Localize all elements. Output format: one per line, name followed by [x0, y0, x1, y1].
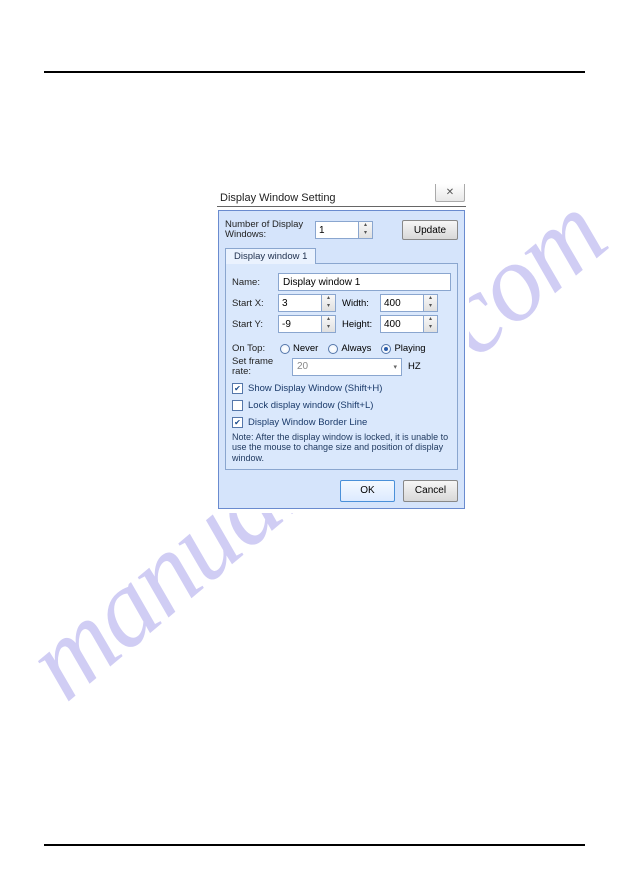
cancel-button[interactable]: Cancel	[403, 480, 458, 502]
framerate-label: Set frame rate:	[232, 357, 292, 377]
chevron-down-icon: ▾	[322, 303, 335, 311]
radio-always[interactable]: Always	[328, 343, 371, 354]
startx-input[interactable]	[278, 294, 322, 312]
framerate-value: 20	[297, 361, 308, 372]
startx-label: Start X:	[232, 298, 278, 309]
starty-label: Start Y:	[232, 319, 278, 330]
name-input[interactable]	[278, 273, 451, 291]
radio-playing-label: Playing	[394, 343, 425, 354]
titlebar: Display Window Setting ✕	[214, 180, 469, 206]
chk-border-label: Display Window Border Line	[248, 417, 367, 428]
framerate-row: Set frame rate: 20 ▾ HZ	[232, 357, 451, 377]
radio-always-label: Always	[341, 343, 371, 354]
button-bar: OK Cancel	[225, 480, 458, 502]
chk-show-row: ✔ Show Display Window (Shift+H)	[232, 383, 451, 394]
ontop-row: On Top: Never Always Playing	[232, 343, 451, 354]
lock-note: Note: After the display window is locked…	[232, 432, 451, 463]
dialog-title: Display Window Setting	[220, 192, 336, 206]
bottom-rule	[44, 844, 585, 846]
chevron-up-icon: ▴	[322, 295, 335, 303]
radio-never-label: Never	[293, 343, 318, 354]
num-windows-row: Number of Display Windows: ▴▾ Update	[225, 220, 458, 240]
checkbox-show[interactable]: ✔	[232, 383, 243, 394]
starty-height-row: Start Y: ▴▾ Height: ▴▾	[232, 315, 451, 333]
dialog-panel: Number of Display Windows: ▴▾ Update Dis…	[218, 210, 465, 509]
framerate-combo[interactable]: 20 ▾	[292, 358, 402, 376]
radio-icon	[328, 344, 338, 354]
title-underline	[217, 206, 466, 207]
spinner-arrows[interactable]: ▴▾	[359, 221, 373, 239]
spinner-arrows[interactable]: ▴▾	[322, 294, 336, 312]
spinner-arrows[interactable]: ▴▾	[322, 315, 336, 333]
startx-width-row: Start X: ▴▾ Width: ▴▾	[232, 294, 451, 312]
tabstrip: Display window 1	[225, 248, 458, 264]
num-windows-input[interactable]	[315, 221, 359, 239]
height-input[interactable]	[380, 315, 424, 333]
chk-lock-label: Lock display window (Shift+L)	[248, 400, 373, 411]
chevron-down-icon: ▾	[424, 303, 437, 311]
top-rule	[44, 71, 585, 73]
startx-spinner[interactable]: ▴▾	[278, 294, 336, 312]
height-spinner[interactable]: ▴▾	[380, 315, 438, 333]
close-button[interactable]: ✕	[435, 184, 465, 202]
checkbox-border[interactable]: ✔	[232, 417, 243, 428]
num-windows-label: Number of Display Windows:	[225, 220, 315, 240]
radio-never[interactable]: Never	[280, 343, 318, 354]
tab-pane: Name: Start X: ▴▾ Width: ▴▾ Start Y:	[225, 263, 458, 470]
width-input[interactable]	[380, 294, 424, 312]
name-row: Name:	[232, 273, 451, 291]
chevron-down-icon: ▾	[359, 230, 372, 238]
hz-label: HZ	[408, 361, 421, 372]
radio-icon	[280, 344, 290, 354]
chevron-up-icon: ▴	[322, 316, 335, 324]
chevron-down-icon: ▾	[322, 324, 335, 332]
tab-display-window-1[interactable]: Display window 1	[225, 248, 316, 264]
radio-playing[interactable]: Playing	[381, 343, 425, 354]
chevron-up-icon: ▴	[359, 222, 372, 230]
starty-spinner[interactable]: ▴▾	[278, 315, 336, 333]
display-window-setting-dialog: Display Window Setting ✕ Number of Displ…	[214, 180, 469, 513]
chevron-down-icon: ▾	[424, 324, 437, 332]
chevron-up-icon: ▴	[424, 316, 437, 324]
num-windows-spinner[interactable]: ▴▾	[315, 221, 373, 239]
update-button[interactable]: Update	[402, 220, 458, 240]
width-label: Width:	[342, 298, 380, 309]
starty-input[interactable]	[278, 315, 322, 333]
spinner-arrows[interactable]: ▴▾	[424, 294, 438, 312]
height-label: Height:	[342, 319, 380, 330]
spinner-arrows[interactable]: ▴▾	[424, 315, 438, 333]
chk-show-label: Show Display Window (Shift+H)	[248, 383, 382, 394]
chevron-up-icon: ▴	[424, 295, 437, 303]
ontop-label: On Top:	[232, 343, 280, 354]
chk-border-row: ✔ Display Window Border Line	[232, 417, 451, 428]
width-spinner[interactable]: ▴▾	[380, 294, 438, 312]
chk-lock-row: Lock display window (Shift+L)	[232, 400, 451, 411]
checkbox-lock[interactable]	[232, 400, 243, 411]
chevron-down-icon: ▾	[393, 363, 397, 371]
close-icon: ✕	[446, 187, 454, 198]
ok-button[interactable]: OK	[340, 480, 395, 502]
name-label: Name:	[232, 277, 278, 288]
radio-icon	[381, 344, 391, 354]
